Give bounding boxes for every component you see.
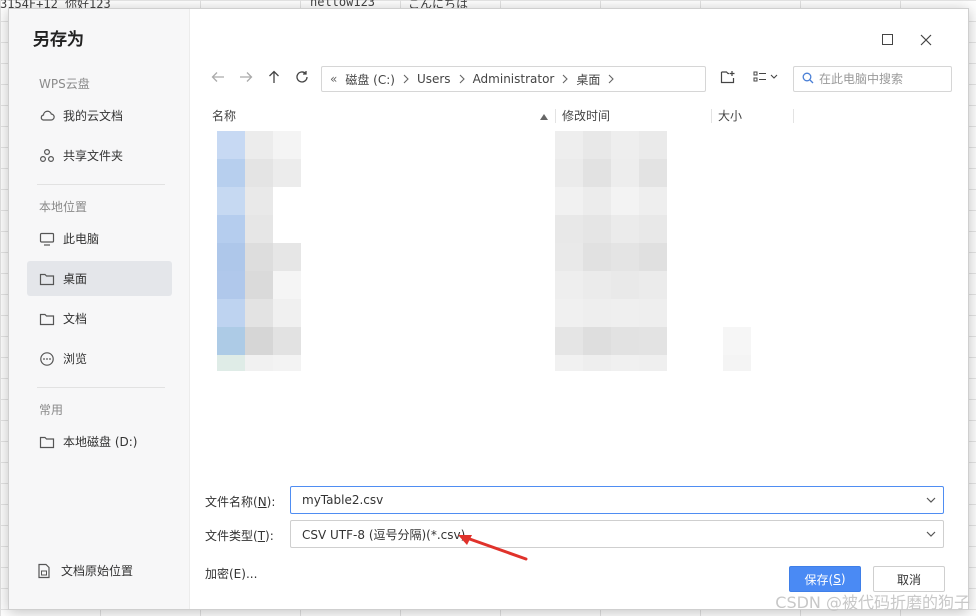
filetype-label: 文件类型(T): (205, 529, 274, 543)
arrow-up-icon (268, 70, 280, 87)
back-button[interactable] (207, 67, 229, 89)
search-icon (802, 72, 814, 87)
section-label-local: 本地位置 (39, 200, 88, 214)
chevron-right-icon (562, 74, 569, 84)
filename-field[interactable]: myTable2.csv (290, 486, 944, 514)
annotation-arrow-icon (458, 535, 528, 561)
sidebar-item-my-cloud-docs[interactable]: 我的云文档 (27, 98, 172, 133)
encrypt-link[interactable]: 加密(E)... (205, 565, 257, 582)
list-view-icon (753, 71, 779, 86)
filetype-select[interactable]: CSV UTF-8 (逗号分隔)(*.csv) (290, 520, 944, 548)
sidebar-item-label: 此电脑 (63, 232, 100, 246)
filename-value: myTable2.csv (302, 493, 384, 507)
arrow-right-icon (239, 71, 253, 86)
filetype-value: CSV UTF-8 (逗号分隔)(*.csv) (302, 527, 466, 542)
address-bar[interactable]: « 磁盘 (C:) Users Administrator 桌面 (321, 66, 706, 92)
sidebar-item-this-pc[interactable]: 此电脑 (27, 221, 172, 256)
refresh-button[interactable] (291, 67, 313, 89)
column-header-name[interactable]: 名称 (212, 107, 236, 124)
sidebar-item-desktop[interactable]: 桌面 (27, 261, 172, 296)
sidebar-divider (37, 184, 165, 185)
sidebar: 另存为 WPS云盘 我的云文档 共享文件夹 本地位置 此电脑 桌面 文档 浏览 … (9, 9, 190, 609)
breadcrumb-segment[interactable]: Users (417, 72, 451, 86)
section-label-cloud: WPS云盘 (39, 77, 90, 91)
new-folder-icon (720, 70, 735, 87)
column-divider (711, 109, 712, 123)
chevron-right-icon (608, 74, 615, 84)
original-location-label: 文档原始位置 (61, 564, 134, 578)
sidebar-item-local-disk-d[interactable]: 本地磁盘 (D:) (27, 424, 172, 459)
sidebar-item-label: 桌面 (63, 272, 88, 286)
monitor-icon (39, 231, 55, 247)
blurred-file-rows (217, 131, 751, 371)
sidebar-item-label: 浏览 (63, 352, 88, 366)
column-header-modified[interactable]: 修改时间 (562, 107, 610, 124)
sidebar-item-label: 共享文件夹 (63, 149, 124, 163)
column-header-size[interactable]: 大小 (718, 107, 742, 124)
sidebar-item-browse[interactable]: 浏览 (27, 341, 172, 376)
folder-icon (39, 311, 55, 327)
breadcrumb-segment[interactable]: Administrator (473, 72, 555, 86)
browse-icon (39, 351, 55, 367)
arrow-left-icon (211, 71, 225, 86)
chevron-down-icon[interactable] (925, 528, 937, 540)
breadcrumb-segment[interactable]: 磁盘 (C:) (345, 71, 395, 88)
filename-label: 文件名称(N): (205, 495, 276, 509)
section-label-frequent: 常用 (39, 403, 64, 417)
up-button[interactable] (263, 67, 285, 89)
cloud-icon (39, 108, 55, 124)
close-button[interactable] (916, 31, 936, 51)
sidebar-item-shared-folder[interactable]: 共享文件夹 (27, 138, 172, 173)
sidebar-item-label: 文档 (63, 312, 88, 326)
column-divider (555, 109, 556, 123)
maximize-icon (881, 34, 893, 48)
folder-icon (39, 434, 55, 450)
sidebar-item-documents[interactable]: 文档 (27, 301, 172, 336)
column-divider (793, 109, 794, 123)
document-location-icon (37, 563, 53, 579)
watermark: CSDN @被代码折磨的狗子 (775, 593, 970, 612)
folder-icon (39, 271, 55, 287)
original-location-link[interactable]: 文档原始位置 (37, 562, 133, 579)
sidebar-item-label: 本地磁盘 (D:) (63, 435, 138, 449)
view-mode-button[interactable] (749, 67, 783, 89)
sidebar-item-label: 我的云文档 (63, 109, 124, 123)
chevron-right-icon (403, 74, 409, 84)
share-icon (39, 148, 55, 164)
chevron-right-icon (459, 74, 465, 84)
sort-ascending-icon (540, 109, 548, 123)
chevron-down-icon[interactable] (925, 494, 937, 506)
forward-button[interactable] (235, 67, 257, 89)
sidebar-divider (37, 387, 165, 388)
search-input[interactable] (819, 72, 945, 86)
close-icon (920, 34, 932, 49)
refresh-icon (295, 70, 309, 87)
new-folder-button[interactable] (716, 67, 738, 89)
search-box (793, 66, 952, 92)
breadcrumb-overflow[interactable]: « (330, 72, 337, 86)
maximize-button[interactable] (877, 31, 897, 51)
breadcrumb-segment[interactable]: 桌面 (576, 71, 600, 88)
dialog-title: 另存为 (33, 30, 84, 50)
save-as-dialog: 另存为 WPS云盘 我的云文档 共享文件夹 本地位置 此电脑 桌面 文档 浏览 … (8, 8, 969, 610)
